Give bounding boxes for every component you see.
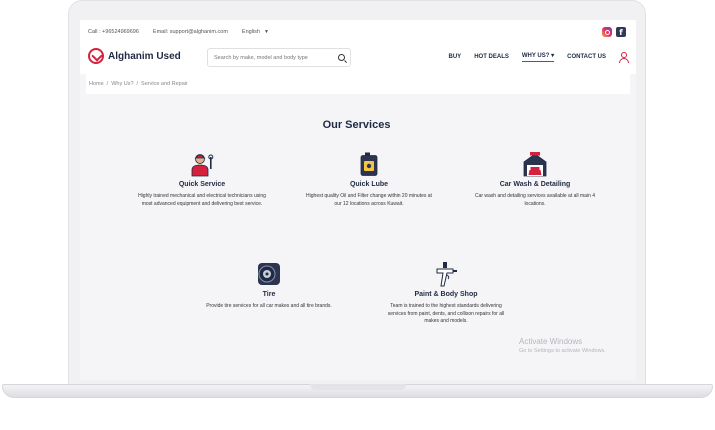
service-title: Quick Service	[178, 181, 226, 188]
top-bar: Call : +96524969696 Email: support@algha…	[80, 20, 636, 44]
service-card: Quick Service Highly trained mechanical …	[137, 151, 267, 208]
logo-mark-icon	[88, 48, 104, 64]
call-link[interactable]: Call : +96524969696	[88, 29, 139, 35]
mechanic-icon	[189, 151, 215, 177]
brand-name: Alghanim Used	[108, 50, 181, 62]
service-card: Quick Lube Highest quality Oil and Filte…	[304, 151, 434, 208]
breadcrumb: Home / Why Us? / Service and Repair	[86, 74, 630, 94]
laptop-notch	[310, 384, 406, 390]
laptop-mockup: Call : +96524969696 Email: support@algha…	[0, 0, 715, 430]
spray-gun-icon	[433, 261, 459, 287]
service-card: Car Wash & Detailing Car wash and detail…	[470, 151, 600, 208]
instagram-icon[interactable]	[602, 27, 612, 37]
car-wash-icon	[522, 151, 548, 177]
tire-icon	[256, 261, 282, 287]
site-header: Alghanim Used BUY HOT DEALS WHY US? ▾ CO…	[80, 44, 636, 72]
service-description: Car wash and detailing services availabl…	[474, 193, 596, 207]
service-title: Tire	[262, 291, 276, 298]
breadcrumb-separator: /	[106, 81, 109, 87]
brand-logo[interactable]: Alghanim Used	[88, 48, 181, 64]
page-title: Our Services	[322, 119, 391, 131]
browser-screen: Call : +96524969696 Email: support@algha…	[80, 20, 636, 380]
nav-contact-us[interactable]: CONTACT US	[567, 54, 606, 60]
service-title: Quick Lube	[349, 181, 389, 188]
breadcrumb-why-us[interactable]: Why Us?	[111, 81, 133, 87]
facebook-icon[interactable]: f	[616, 27, 626, 37]
nav-why-us[interactable]: WHY US? ▾	[521, 52, 555, 62]
oil-can-icon	[356, 151, 382, 177]
service-description: Highly trained mechanical and electrical…	[138, 193, 266, 207]
search-box	[207, 48, 351, 67]
watermark-subtitle: Go to Settings to activate Windows.	[519, 348, 606, 354]
service-card: Paint & Body Shop Team is trained to the…	[381, 261, 511, 326]
service-title: Paint & Body Shop	[414, 291, 478, 298]
breadcrumb-home[interactable]: Home	[89, 81, 104, 87]
service-description: Highest quality Oil and Filter change wi…	[306, 193, 432, 207]
chevron-down-icon[interactable]: ▼	[264, 29, 269, 35]
social-links: f	[602, 27, 626, 37]
search-icon[interactable]	[338, 54, 345, 61]
main-nav: BUY HOT DEALS WHY US? ▾ CONTACT US	[449, 52, 629, 63]
nav-hot-deals[interactable]: HOT DEALS	[474, 54, 509, 60]
language-selector[interactable]: English	[242, 29, 260, 35]
services-panel: Our Services Quick Service Highly traine…	[83, 97, 630, 361]
service-title: Car Wash & Detailing	[499, 181, 571, 188]
search-input[interactable]	[214, 54, 334, 61]
user-icon[interactable]	[619, 52, 629, 63]
nav-buy[interactable]: BUY	[449, 54, 462, 60]
email-link[interactable]: Email: support@alghanim.com	[153, 29, 228, 35]
service-card: Tire Provide tire services for all car m…	[204, 261, 334, 311]
service-description: Provide tire services for all car makes …	[206, 303, 332, 309]
watermark-title: Activate Windows	[519, 337, 583, 346]
breadcrumb-separator: /	[136, 81, 139, 87]
service-description: Team is trained to the highest standards…	[387, 303, 505, 324]
activate-windows-watermark: Activate Windows Go to Settings to activ…	[519, 337, 606, 354]
breadcrumb-current: Service and Repair	[141, 81, 188, 87]
main-content: Home / Why Us? / Service and Repair Our …	[80, 74, 636, 380]
